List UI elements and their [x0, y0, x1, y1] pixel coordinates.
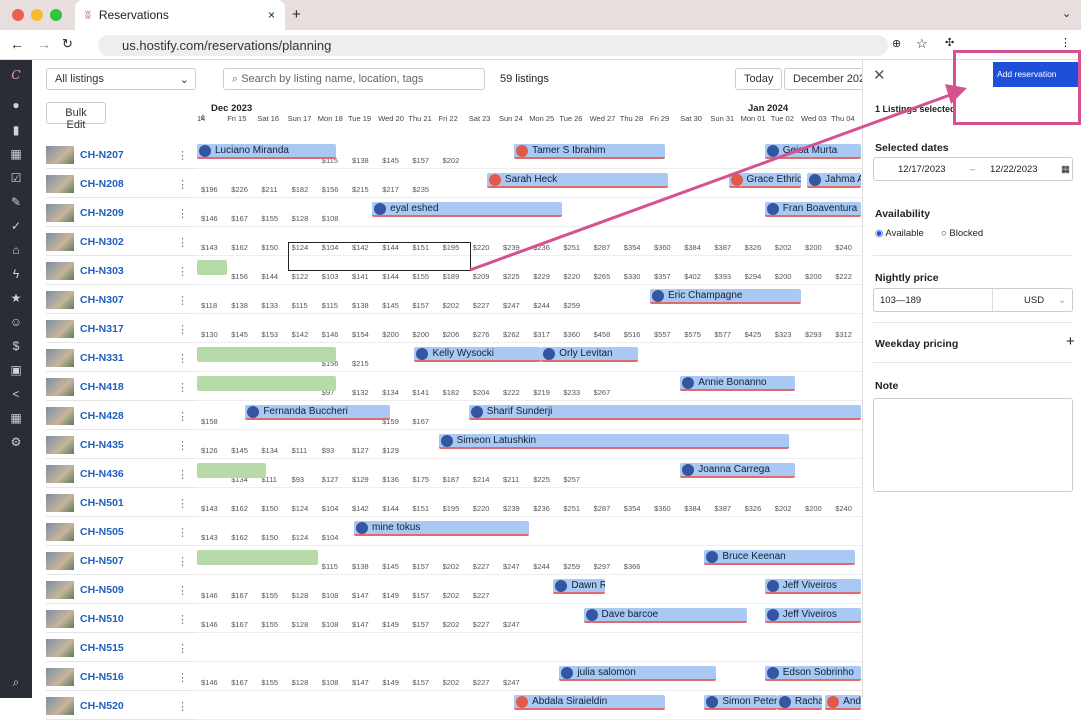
listing-name: CH-N520 [80, 700, 124, 712]
listing-thumbnail [46, 697, 74, 715]
kebab-menu-icon[interactable]: ⋮ [177, 700, 188, 713]
annotation-arrow [469, 84, 967, 272]
